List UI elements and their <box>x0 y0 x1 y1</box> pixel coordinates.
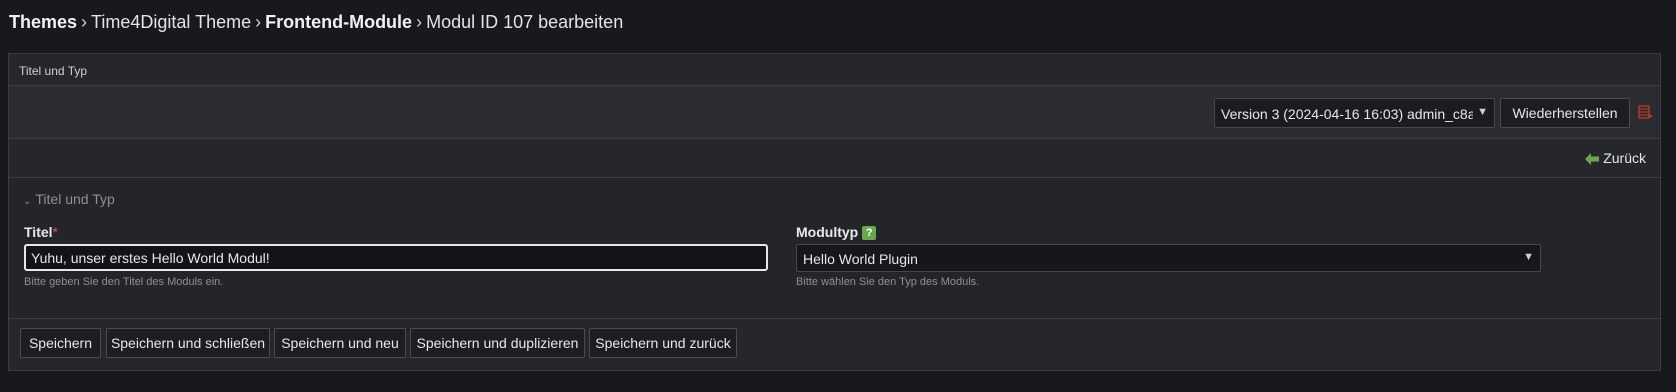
module-type-label-text: Modultyp <box>796 224 859 240</box>
chevron-down-icon: ▼ <box>1523 251 1534 263</box>
breadcrumb-separator: › <box>416 12 423 32</box>
panel-header: Titel und Typ <box>9 54 1660 86</box>
breadcrumb-separator: › <box>81 12 88 32</box>
action-toolbar: Speichern Speichern und schließen Speich… <box>9 319 1660 368</box>
chevron-down-icon: ⌄ <box>23 196 32 207</box>
page-title: Modul ID 107 bearbeiten <box>426 12 624 32</box>
title-label: Titel* <box>24 224 58 240</box>
version-bar: Version 3 (2024-04-16 16:03) admin_c8a9 … <box>9 86 1660 139</box>
breadcrumb-theme[interactable]: Time4Digital Theme <box>91 12 251 32</box>
restore-button[interactable]: Wiederherstellen <box>1500 98 1630 128</box>
delete-version-icon[interactable] <box>1638 105 1654 119</box>
breadcrumb-frontend-modules[interactable]: Frontend-Module <box>265 12 412 32</box>
breadcrumb-separator: › <box>255 12 262 32</box>
breadcrumb-themes[interactable]: Themes <box>9 12 77 32</box>
module-type-value: Hello World Plugin <box>803 251 918 267</box>
chevron-down-icon: ▼ <box>1477 106 1488 118</box>
version-select-value: Version 3 (2024-04-16 16:03) admin_c8a9 <box>1221 106 1473 122</box>
title-label-text: Titel <box>24 224 53 240</box>
back-label: Zurück <box>1603 150 1646 166</box>
version-select[interactable]: Version 3 (2024-04-16 16:03) admin_c8a9 … <box>1214 98 1495 128</box>
save-and-duplicate-button[interactable]: Speichern und duplizieren <box>410 328 585 358</box>
back-bar: Zurück <box>9 139 1660 178</box>
breadcrumb: Themes › Time4Digital Theme › Frontend-Modul… <box>9 12 623 33</box>
form-fieldset: ⌄Titel und Typ Titel* Bitte geben Sie de… <box>9 178 1660 319</box>
arrow-left-icon <box>1585 153 1600 165</box>
help-icon[interactable]: ? <box>862 226 877 240</box>
title-hint: Bitte geben Sie den Titel des Moduls ein… <box>24 276 224 288</box>
fieldset-legend-label: Titel und Typ <box>35 191 115 207</box>
module-type-label: Modultyp? <box>796 224 877 240</box>
required-marker: * <box>52 224 58 240</box>
edit-panel: Titel und Typ Version 3 (2024-04-16 16:0… <box>8 53 1661 371</box>
fieldset-legend[interactable]: ⌄ Titel und Typ <box>23 191 115 207</box>
module-type-hint: Bitte wählen Sie den Typ des Moduls. <box>796 276 980 288</box>
back-link[interactable]: Zurück <box>1585 150 1646 166</box>
save-button[interactable]: Speichern <box>20 328 101 358</box>
title-input[interactable] <box>24 244 768 271</box>
save-and-close-button[interactable]: Speichern und schließen <box>106 328 270 358</box>
save-and-back-button[interactable]: Speichern und zurück <box>589 328 737 358</box>
save-and-new-button[interactable]: Speichern und neu <box>274 328 406 358</box>
module-type-select[interactable]: Hello World Plugin ▼ <box>796 244 1541 272</box>
